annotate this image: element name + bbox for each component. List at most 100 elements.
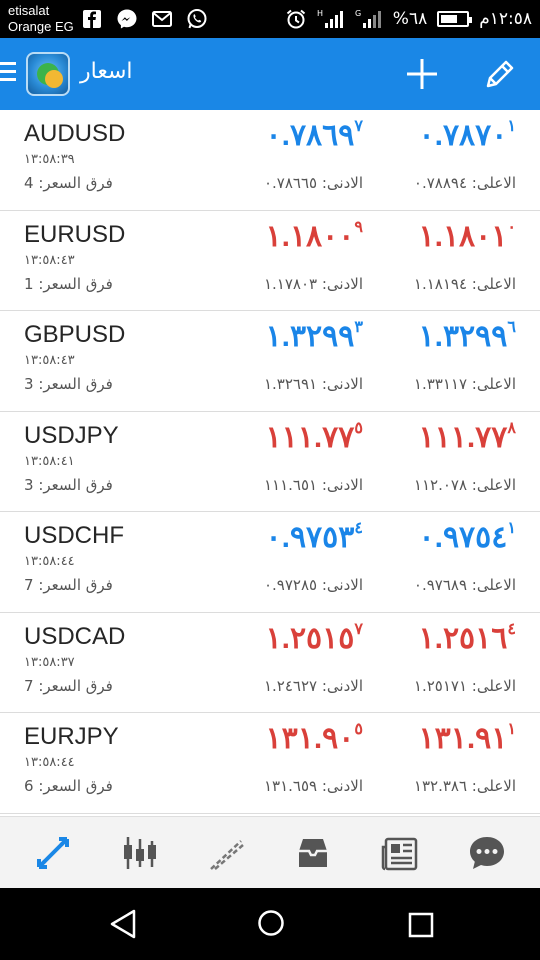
bid-price: ٠.٧٨٦٩٧: [266, 118, 364, 153]
home-icon[interactable]: [257, 909, 285, 941]
spread-label: فرق السعر: 4: [24, 174, 113, 192]
bid-price-main: ١٣١.٩٠: [265, 722, 355, 755]
symbol-name: EURJPY: [24, 723, 119, 750]
nav-chart-icon[interactable]: [112, 825, 168, 881]
nav-history-inbox-icon[interactable]: [285, 825, 341, 881]
symbol-name: GBPUSD: [24, 321, 126, 348]
carrier-line-1: etisalat: [8, 3, 50, 18]
ask-price: ١.١٨٠١٠: [419, 219, 517, 254]
quote-time: ١٣:٥٨:٤١: [24, 453, 75, 469]
ask-price-pip: ١: [507, 520, 516, 537]
high-price: الاعلى: ١٣٢.٣٨٦: [413, 777, 516, 795]
bid-price-pip: ٣: [354, 319, 363, 336]
quote-time: ١٣:٥٨:٤٤: [24, 755, 75, 770]
battery-percent: %٦٨: [392, 9, 428, 29]
page-title: اسعار: [80, 59, 133, 84]
ask-price-pip: ١: [507, 118, 516, 135]
bid-price: ٠.٩٧٥٣٤: [266, 520, 364, 555]
ask-price-main: ٠.٩٧٥٤: [418, 521, 508, 554]
ask-price-main: ١١١.٧٧: [418, 420, 508, 454]
ask-price-main: ١.٣٢٩٩: [418, 320, 508, 353]
bid-price: ١.٣٢٩٩٣: [266, 319, 364, 354]
quote-row[interactable]: EURJPY ١٣:٥٨:٤٤ فرق السعر: 6 ١٣١.٩٠٥ ١٣١.٩١١…: [0, 713, 540, 814]
app-bar: اسعار: [0, 38, 540, 110]
quote-row[interactable]: USDCHF ١٣:٥٨:٤٤ فرق السعر: 7 ٠.٩٧٥٣٤ ٠.٩٧٥٤١…: [0, 512, 540, 613]
high-price: الاعلى: ١.٣٣١١٧: [413, 375, 516, 393]
spread-label: فرق السعر: 6: [24, 777, 113, 795]
nav-news-icon[interactable]: [372, 825, 428, 881]
ask-price: ٠.٩٧٥٤١: [419, 520, 517, 555]
high-price: الاعلى: ١١٢.٠٧٨: [413, 475, 516, 494]
ask-price-main: ١٣١.٩١: [418, 722, 508, 755]
ask-price: ١.٣٢٩٩٦: [419, 319, 517, 354]
bid-price-main: ١.١٨٠٠: [265, 219, 355, 253]
recent-apps-icon[interactable]: [408, 912, 434, 942]
messenger-icon: [115, 7, 138, 30]
high-price: الاعلى: ١.٢٥١٧١: [413, 676, 516, 695]
quote-row[interactable]: USDCAD ١٣:٥٨:٣٧ فرق السعر: 7 ١.٢٥١٥٧ ١.٢٥١٦٤…: [0, 612, 540, 713]
spread-label: فرق السعر: 7: [24, 576, 113, 594]
ask-price: ١١١.٧٧٨: [419, 420, 517, 455]
signal-g-icon: G: [355, 9, 381, 28]
symbol-name: USDJPY: [24, 421, 119, 449]
spread-label: فرق السعر: 3: [24, 375, 113, 393]
bottom-navigation: [0, 816, 540, 888]
nav-chat-icon[interactable]: [459, 825, 515, 881]
bid-price-pip: ٧: [354, 118, 363, 135]
back-icon[interactable]: [108, 908, 138, 944]
bid-price-main: ٠.٧٨٦٩: [265, 119, 355, 152]
notification-icons: [80, 7, 208, 30]
ask-price-main: ١.٢٥١٦: [418, 621, 508, 655]
high-price: الاعلى: ١.١٨١٩٤: [413, 274, 516, 293]
system-navigation-bar: [0, 888, 540, 960]
add-icon[interactable]: [404, 56, 440, 92]
ask-price-pip: ٤: [507, 620, 516, 638]
status-right: H G %٦٨ ١٢:٥٨م: [285, 0, 532, 38]
alarm-icon: [286, 9, 305, 29]
quote-time: ١٣:٥٨:٣٩: [24, 152, 75, 167]
carrier-line-2: Orange EG: [8, 19, 74, 34]
bid-price-pip: ٥: [354, 419, 363, 437]
facebook-icon: [80, 7, 103, 30]
signal-h-plus-icon: H: [317, 9, 343, 28]
bid-price-main: ١١١.٧٧: [265, 420, 355, 454]
ask-price: ١.٢٥١٦٤: [419, 621, 517, 656]
bid-price: ١.١٨٠٠٩: [266, 219, 364, 254]
quote-row[interactable]: USDJPY ١٣:٥٨:٤١ فرق السعر: 3 ١١١.٧٧٥ ١١١.٧٧٨…: [0, 411, 540, 512]
battery-icon: [437, 11, 473, 27]
quote-time: ١٣:٥٨:٤٣: [24, 353, 75, 368]
menu-icon[interactable]: [0, 62, 18, 84]
quote-time: ١٣:٥٨:٤٤: [24, 554, 75, 569]
low-price: الادنى: ١٣١.٦٥٩: [263, 777, 363, 795]
bid-price: ١.٢٥١٥٧: [266, 621, 364, 656]
ask-price-pip: ٦: [507, 319, 516, 336]
high-price: الاعلى: ٠.٩٧٦٨٩: [413, 576, 516, 594]
ask-price-main: ٠.٧٨٧٠: [418, 119, 508, 152]
bid-price: ١١١.٧٧٥: [266, 420, 364, 455]
low-price: الادنى: ١.٣٢٦٩١: [263, 375, 363, 393]
status-bar: etisalat Orange EG H G %٦٨ ١٢:٥٨م: [0, 0, 540, 38]
spread-label: فرق السعر: 1: [24, 274, 113, 293]
low-price: الادنى: ١.١٧٨٠٣: [263, 274, 363, 293]
quote-row[interactable]: EURUSD ١٣:٥٨:٤٣ فرق السعر: 1 ١.١٨٠٠٩ ١.١٨٠١٠…: [0, 210, 540, 311]
quote-time: ١٣:٥٨:٣٧: [24, 654, 75, 670]
nav-quotes-icon[interactable]: [25, 825, 81, 881]
bid-price-main: ٠.٩٧٥٣: [265, 521, 355, 554]
quote-row[interactable]: AUDUSD ١٣:٥٨:٣٩ فرق السعر: 4 ٠.٧٨٦٩٧ ٠.٧٨٧٠١…: [0, 110, 540, 211]
edit-pencil-icon[interactable]: [482, 56, 518, 92]
quote-row[interactable]: GBPUSD ١٣:٥٨:٤٣ فرق السعر: 3 ١.٣٢٩٩٣ ١.٣٢٩٩٦…: [0, 311, 540, 412]
quotes-list: AUDUSD ١٣:٥٨:٣٩ فرق السعر: 4 ٠.٧٨٦٩٧ ٠.٧٨٧٠١…: [0, 110, 540, 814]
ask-price-main: ١.١٨٠١: [418, 219, 508, 253]
ask-price: ١٣١.٩١١: [419, 721, 517, 756]
ask-price-pip: ٠: [507, 218, 516, 236]
symbol-name: AUDUSD: [24, 120, 126, 147]
ask-price: ٠.٧٨٧٠١: [419, 118, 517, 153]
symbol-name: USDCAD: [24, 622, 126, 650]
bid-price-pip: ٥: [354, 721, 363, 738]
svg-text:H: H: [317, 9, 323, 18]
quote-time: ١٣:٥٨:٤٣: [24, 252, 75, 268]
bid-price: ١٣١.٩٠٥: [266, 721, 364, 756]
nav-trade-icon[interactable]: [199, 825, 255, 881]
bid-price-pip: ٩: [354, 218, 363, 236]
spread-label: فرق السعر: 3: [24, 475, 113, 494]
